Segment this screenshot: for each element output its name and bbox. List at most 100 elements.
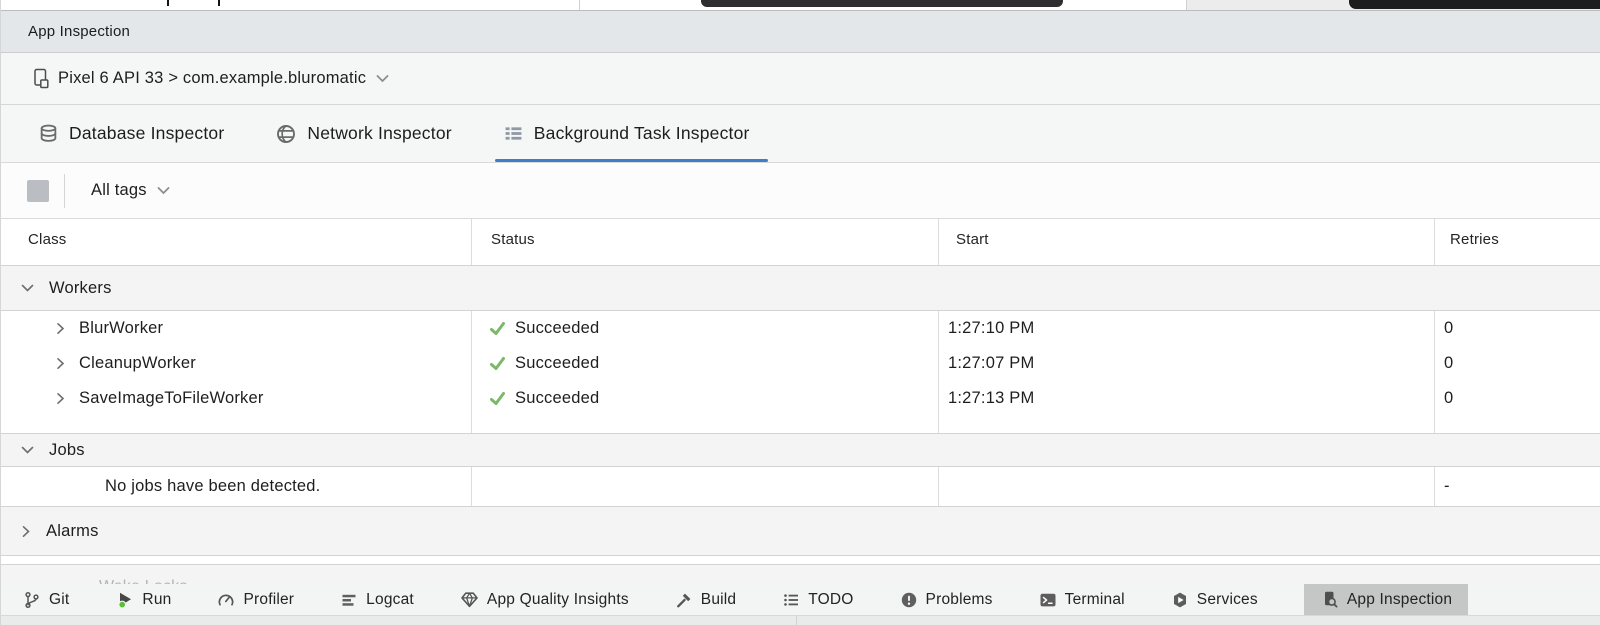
table-row-saveimagetofileworker[interactable]: SaveImageToFileWorker Succeeded 1:27:13 … [1, 381, 1600, 416]
toolbar-item-label: Services [1197, 591, 1258, 609]
toolbar-item-todo[interactable]: TODO [782, 584, 853, 615]
section-label: Workers [49, 279, 112, 298]
section-alarms[interactable]: Alarms [1, 506, 1600, 556]
app-inspection-icon [1320, 590, 1339, 609]
chevron-right-icon[interactable] [56, 392, 65, 405]
worker-status: Succeeded [515, 319, 599, 338]
worker-status: Succeeded [515, 354, 599, 373]
table-row-cleanupworker[interactable]: CleanupWorker Succeeded 1:27:07 PM 0 [1, 346, 1600, 381]
chevron-down-icon [21, 283, 34, 293]
toolbar-item-git[interactable]: Git [23, 584, 69, 615]
toolbar-item-label: Terminal [1065, 591, 1125, 609]
column-header-retries: Retries [1434, 231, 1600, 248]
toolbar-item-app-inspection[interactable]: App Inspection [1304, 584, 1468, 615]
all-tags-label: All tags [91, 181, 147, 200]
toolbar-item-label: Run [142, 591, 171, 609]
toolbar-item-problems[interactable]: Problems [900, 584, 993, 615]
worker-start-time: 1:27:10 PM [938, 319, 1434, 338]
status-bar-edge [1, 615, 1600, 625]
profiler-gauge-icon [217, 591, 235, 609]
tab-label: Network Inspector [307, 123, 451, 144]
toolbar-item-label: App Inspection [1347, 591, 1452, 609]
tool-window-bar: Git Run Profiler Logcat [1, 583, 1600, 615]
dark-ui-bar [701, 0, 1063, 7]
check-icon [489, 390, 506, 407]
task-list-icon [504, 124, 523, 143]
logcat-lines-icon [340, 591, 358, 609]
tab-network-inspector[interactable]: Network Inspector [276, 105, 451, 162]
tab-label: Database Inspector [69, 123, 224, 144]
dark-ui-bar [1349, 0, 1600, 9]
toolbar-item-terminal[interactable]: Terminal [1039, 584, 1125, 615]
section-wake-locks[interactable]: Wake Locks [1, 564, 1600, 584]
stop-square-icon[interactable] [27, 180, 49, 202]
terminal-icon [1039, 591, 1057, 609]
section-workers[interactable]: Workers [1, 265, 1600, 311]
toolbar-item-label: Logcat [366, 591, 414, 609]
panel-title: App Inspection [28, 23, 130, 40]
worker-retries: 0 [1434, 354, 1600, 373]
process-selector[interactable]: Pixel 6 API 33 > com.example.bluromatic [1, 53, 1600, 105]
selected-process-label: Pixel 6 API 33 > com.example.bluromatic [58, 69, 366, 88]
editor-divider [1186, 0, 1187, 10]
chevron-right-icon[interactable] [56, 357, 65, 370]
worker-class: CleanupWorker [79, 354, 196, 373]
all-tags-dropdown[interactable]: All tags [91, 181, 170, 200]
toolbar-item-label: Problems [926, 591, 993, 609]
inspector-toolbar: All tags [1, 163, 1600, 218]
table-header-row: Class Status Start Retries [1, 219, 1600, 259]
section-label: Alarms [46, 522, 99, 541]
tab-background-task-inspector[interactable]: Background Task Inspector [504, 105, 750, 162]
toolbar-item-services[interactable]: Services [1171, 584, 1258, 615]
device-phone-icon [32, 68, 50, 89]
tab-label: Background Task Inspector [534, 123, 750, 144]
tab-database-inspector[interactable]: Database Inspector [39, 105, 224, 162]
globe-icon [276, 124, 296, 144]
chevron-right-icon [21, 525, 31, 538]
chevron-down-icon [157, 186, 170, 195]
gem-icon [460, 590, 479, 609]
empty-jobs-message: No jobs have been detected. [1, 477, 471, 496]
toolbar-item-label: TODO [808, 591, 853, 609]
toolbar-item-run[interactable]: Run [115, 584, 171, 615]
run-play-icon [115, 590, 134, 609]
worker-class: BlurWorker [79, 319, 163, 338]
background-task-table: Class Status Start Retries Workers BlurW… [1, 218, 1600, 583]
app-inspection-tool-window: App Inspection Pixel 6 API 33 > com.exam… [1, 0, 1600, 625]
editor-glyph-mark [167, 0, 169, 6]
editor-glyph-mark [218, 0, 220, 6]
inspector-tabs: Database Inspector Network Inspector Bac… [1, 105, 1600, 163]
check-icon [489, 355, 506, 372]
git-branch-icon [23, 591, 41, 609]
column-header-class: Class [1, 231, 471, 248]
database-icon [39, 124, 58, 143]
services-hexagon-icon [1171, 591, 1189, 609]
editor-edge-sliver [1, 0, 1600, 10]
toolbar-item-label: Git [49, 591, 69, 609]
worker-retries: 0 [1434, 319, 1600, 338]
toolbar-item-label: App Quality Insights [487, 591, 629, 609]
todo-list-icon [782, 591, 800, 609]
status-bar-divider [796, 616, 797, 625]
worker-retries: 0 [1434, 389, 1600, 408]
section-jobs[interactable]: Jobs [1, 433, 1600, 467]
chevron-down-icon [376, 74, 389, 83]
section-label: Wake Locks [99, 578, 1600, 584]
worker-status: Succeeded [515, 389, 599, 408]
worker-start-time: 1:27:07 PM [938, 354, 1434, 373]
problems-exclamation-icon [900, 591, 918, 609]
toolbar-item-profiler[interactable]: Profiler [217, 584, 294, 615]
chevron-down-icon [21, 445, 34, 455]
table-row-blurworker[interactable]: BlurWorker Succeeded 1:27:10 PM 0 [1, 311, 1600, 346]
toolbar-separator [64, 174, 65, 208]
toolbar-item-build[interactable]: Build [675, 584, 736, 615]
toolbar-item-app-quality-insights[interactable]: App Quality Insights [460, 584, 629, 615]
worker-class: SaveImageToFileWorker [79, 389, 264, 408]
section-label: Jobs [49, 441, 85, 460]
chevron-right-icon[interactable] [56, 322, 65, 335]
tool-window-header: App Inspection [1, 10, 1600, 53]
table-row-no-jobs: No jobs have been detected. - [1, 467, 1600, 506]
toolbar-item-logcat[interactable]: Logcat [340, 584, 414, 615]
toolbar-item-label: Profiler [243, 591, 294, 609]
empty-jobs-retries: - [1434, 477, 1600, 496]
